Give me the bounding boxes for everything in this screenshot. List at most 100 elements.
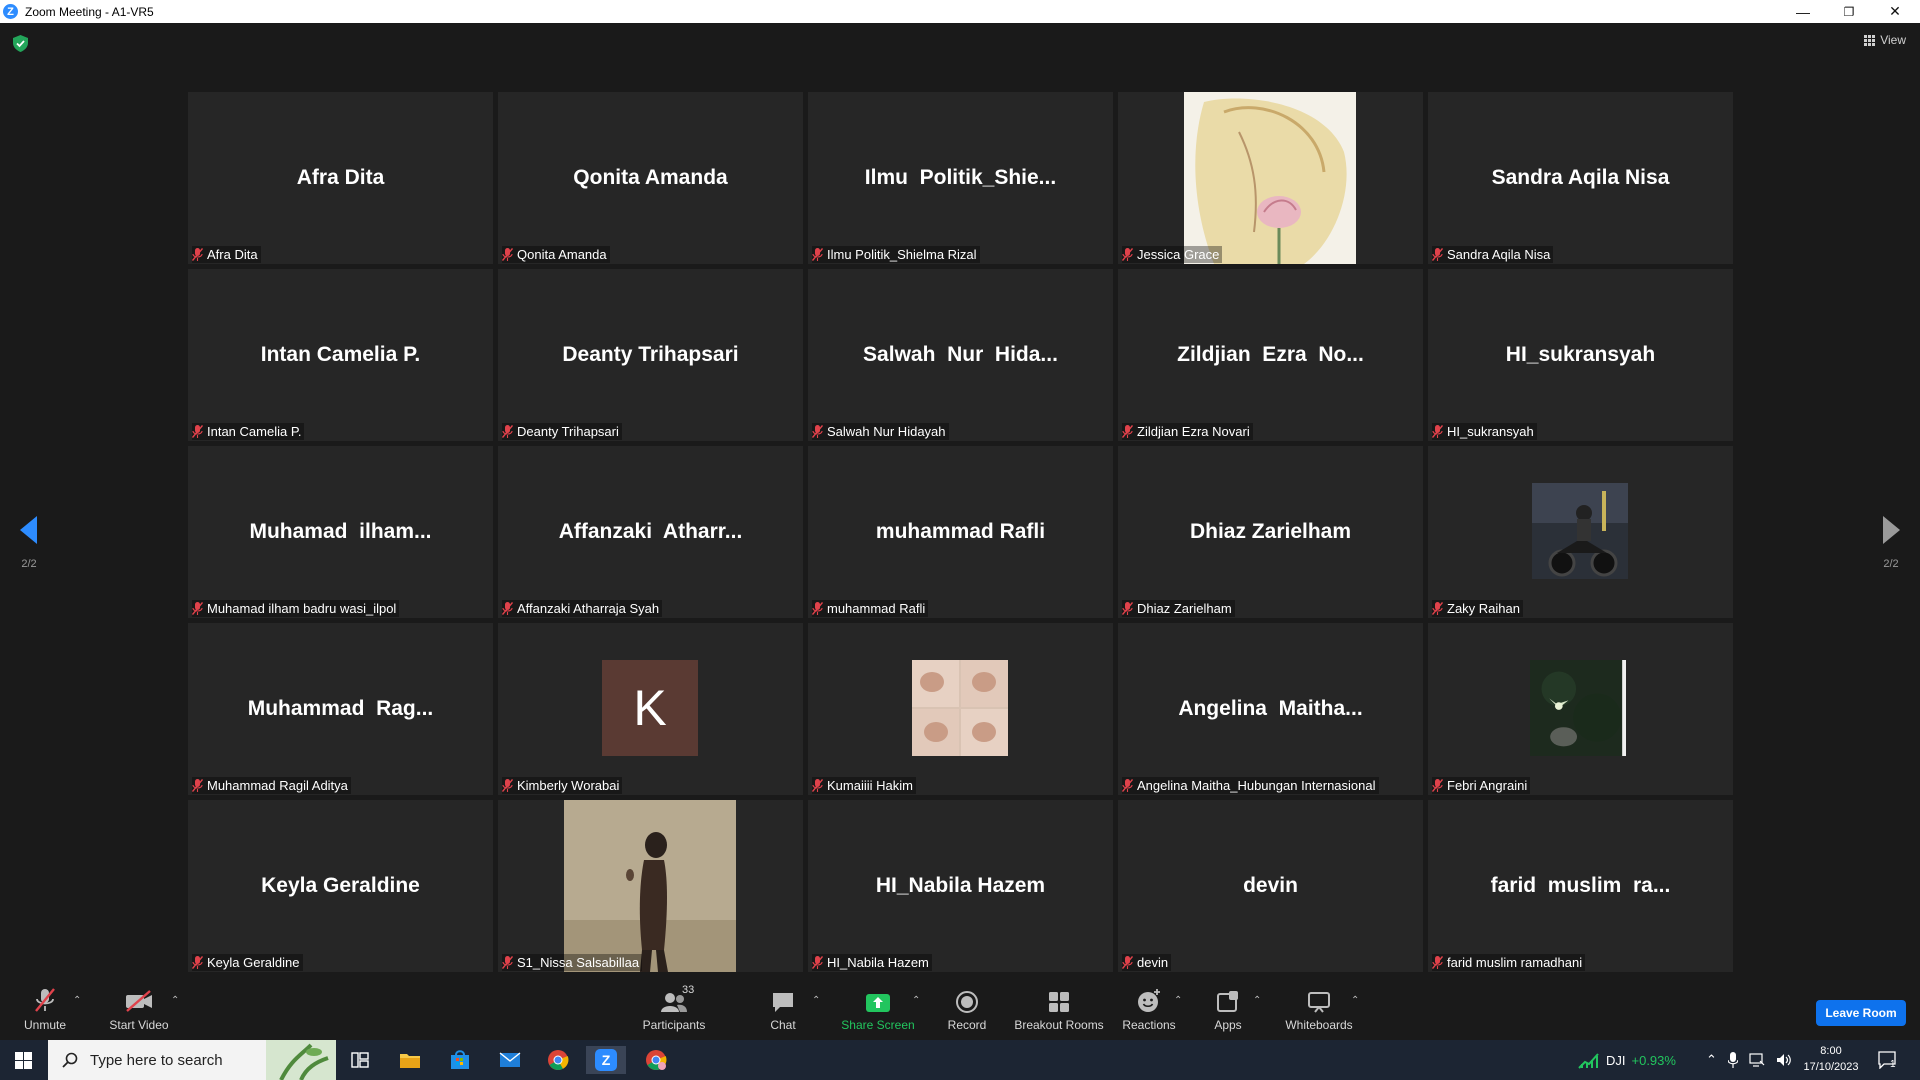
participant-tile[interactable]: Dhiaz Zarielham Dhiaz Zarielham (1118, 446, 1423, 618)
minimize-button[interactable]: — (1780, 0, 1826, 23)
participant-name: Kumaiiii Hakim (827, 778, 913, 793)
participant-tile[interactable]: Febri Angraini (1428, 623, 1733, 795)
file-explorer-icon[interactable] (390, 1046, 430, 1074)
chat-options-caret-icon[interactable]: ⌃ (812, 995, 820, 1006)
participant-tile[interactable]: muhammad Rafli muhammad Rafli (808, 446, 1113, 618)
video-grid: Afra Dita Afra Dita Qonita Amanda Qonita Am… (188, 92, 1733, 972)
participant-tile[interactable]: farid muslim ra... farid muslim ramadhani (1428, 800, 1733, 972)
taskbar-search-box[interactable]: Type here to search (48, 1040, 336, 1080)
zoom-taskbar-icon[interactable]: Z (586, 1046, 626, 1074)
participant-name-label: muhammad Rafli (812, 600, 929, 617)
chrome-profile-icon[interactable] (636, 1046, 676, 1074)
apps-options-caret-icon[interactable]: ⌃ (1253, 995, 1261, 1006)
whiteboards-label: Whiteboards (1285, 1018, 1353, 1032)
volume-icon[interactable] (1776, 1053, 1792, 1067)
participant-name: devin (1137, 955, 1169, 970)
whiteboard-icon (1307, 987, 1331, 1013)
participant-tile[interactable]: Afra Dita Afra Dita (188, 92, 493, 264)
network-icon[interactable] (1749, 1053, 1765, 1067)
mail-icon[interactable] (490, 1046, 530, 1074)
close-button[interactable]: ✕ (1872, 0, 1918, 23)
chevron-right-icon (1883, 516, 1900, 544)
zoom-logo-icon: Z (3, 4, 18, 19)
participant-name: Keyla Geraldine (207, 955, 300, 970)
participant-tile[interactable]: HI_Nabila Hazem HI_Nabila Hazem (808, 800, 1113, 972)
leave-room-button[interactable]: Leave Room (1816, 1000, 1906, 1026)
muted-mic-icon (812, 956, 823, 969)
participant-display-name: Dhiaz Zarielham (1189, 520, 1352, 543)
participant-display-name: Angelina Maitha... (1178, 697, 1363, 720)
muted-mic-icon (812, 248, 823, 261)
chevron-left-icon (20, 516, 37, 544)
taskbar-clock[interactable]: 8:00 17/10/2023 (1801, 1043, 1861, 1075)
participant-name: Zaky Raihan (1447, 601, 1520, 616)
restore-button[interactable]: ❐ (1826, 0, 1872, 23)
participant-display-name: Keyla Geraldine (261, 874, 420, 897)
video-off-icon (124, 987, 154, 1013)
participant-tile[interactable]: Zildjian Ezra No... Zildjian Ezra Novari (1118, 269, 1423, 441)
share-options-caret-icon[interactable]: ⌃ (912, 995, 920, 1006)
participant-name-label: Affanzaki Atharraja Syah (502, 600, 663, 617)
previous-page-button[interactable]: 2/2 (14, 516, 44, 570)
participant-name-label: HI_Nabila Hazem (812, 954, 932, 971)
chrome-icon[interactable] (538, 1046, 578, 1074)
participant-name-label: Qonita Amanda (502, 246, 610, 263)
record-button[interactable]: Record (940, 975, 994, 1040)
participant-name: Jessica Grace (1137, 247, 1220, 262)
participant-photo (1530, 660, 1626, 756)
participant-tile[interactable]: Ilmu Politik_Shie... Ilmu Politik_Shielma… (808, 92, 1113, 264)
participant-name: Kimberly Worabai (517, 778, 620, 793)
participant-tile[interactable]: Kumaiiii Hakim (808, 623, 1113, 795)
windows-start-icon[interactable] (15, 1052, 32, 1069)
participant-tile[interactable]: Keyla Geraldine Keyla Geraldine (188, 800, 493, 972)
reactions-button[interactable]: Reactions (1118, 975, 1180, 1040)
view-button[interactable]: View (1864, 33, 1906, 47)
participant-tile[interactable]: Jessica Grace (1118, 92, 1423, 264)
participant-tile[interactable]: HI_sukransyah HI_sukransyah (1428, 269, 1733, 441)
participants-button[interactable]: 33 Participants (636, 975, 712, 1040)
participant-tile[interactable]: Salwah Nur Hida... Salwah Nur Hidayah (808, 269, 1113, 441)
next-page-button[interactable]: 2/2 (1876, 516, 1906, 570)
participant-tile[interactable]: Sandra Aqila Nisa Sandra Aqila Nisa (1428, 92, 1733, 264)
microphone-tray-icon[interactable] (1727, 1052, 1738, 1068)
audio-options-caret-icon[interactable]: ⌃ (73, 995, 81, 1006)
participant-name: Angelina Maitha_Hubungan Internasional (1137, 778, 1376, 793)
start-video-button[interactable]: Start Video (104, 975, 174, 1040)
participant-tile[interactable]: Zaky Raihan (1428, 446, 1733, 618)
stock-name: DJI (1606, 1052, 1626, 1068)
participant-tile[interactable]: Angelina Maitha... Angelina Maitha_Hubung… (1118, 623, 1423, 795)
task-view-icon[interactable] (340, 1046, 380, 1074)
encryption-shield-icon[interactable] (13, 35, 28, 52)
whiteboards-options-caret-icon[interactable]: ⌃ (1351, 995, 1359, 1006)
unmute-button[interactable]: Unmute (14, 975, 76, 1040)
whiteboards-button[interactable]: Whiteboards (1282, 975, 1356, 1040)
notification-center-button[interactable]: 1 (1878, 1040, 1896, 1080)
chat-bubble-icon (771, 987, 795, 1013)
participant-tile[interactable]: Muhamad ilham... Muhamad ilham badru wasi… (188, 446, 493, 618)
participant-tile[interactable]: Deanty Trihapsari Deanty Trihapsari (498, 269, 803, 441)
apps-button[interactable]: Apps (1202, 975, 1254, 1040)
participant-tile[interactable]: Qonita Amanda Qonita Amanda (498, 92, 803, 264)
participant-tile[interactable]: Muhammad Rag... Muhammad Ragil Aditya (188, 623, 493, 795)
breakout-rooms-button[interactable]: Breakout Rooms (1012, 975, 1106, 1040)
participant-tile[interactable]: Affanzaki Atharr... Affanzaki Atharraja S… (498, 446, 803, 618)
participant-display-name: Muhamad ilham... (249, 520, 432, 543)
stock-widget[interactable]: DJI +0.93% (1578, 1040, 1676, 1080)
meeting-area: View 2/2 2/2 Afra Dita Afra Dita Qonita Am… (0, 23, 1920, 975)
participant-tile[interactable]: devin devin (1118, 800, 1423, 972)
video-options-caret-icon[interactable]: ⌃ (171, 995, 179, 1006)
share-screen-button[interactable]: Share Screen (836, 975, 920, 1040)
chat-button[interactable]: Chat (756, 975, 810, 1040)
window-title-bar: Z Zoom Meeting - A1-VR5 — ❐ ✕ (0, 0, 1920, 23)
participant-name-label: Zildjian Ezra Novari (1122, 423, 1253, 440)
participant-display-name: Zildjian Ezra No... (1177, 343, 1364, 366)
participant-name: Afra Dita (207, 247, 258, 262)
participant-tile[interactable]: K Kimberly Worabai (498, 623, 803, 795)
participant-tile[interactable]: Intan Camelia P. Intan Camelia P. (188, 269, 493, 441)
participant-name: HI_Nabila Hazem (827, 955, 929, 970)
microsoft-store-icon[interactable] (440, 1046, 480, 1074)
reactions-options-caret-icon[interactable]: ⌃ (1174, 995, 1182, 1006)
show-hidden-icons-icon[interactable]: ⌃ (1706, 1052, 1717, 1068)
participant-name: Ilmu Politik_Shielma Rizal (827, 247, 977, 262)
participant-tile[interactable]: S1_Nissa Salsabillaa (498, 800, 803, 972)
